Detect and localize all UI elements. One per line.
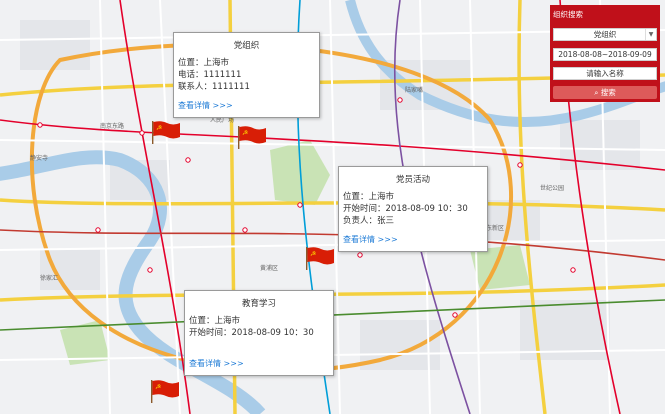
- type-select[interactable]: 党组织 ▼: [553, 28, 657, 41]
- popup-party-org: 党组织 位置：上海市 电话：1111111 联系人：1111111 查看详情 >…: [173, 32, 320, 118]
- popup-start-time: 开始时间：2018-08-09 10：30: [189, 328, 314, 338]
- popup-contact: 联系人：1111111: [178, 82, 250, 92]
- popup-title: 党员活动: [395, 175, 430, 185]
- map-label-century-park: 世纪公园: [540, 184, 564, 192]
- search-button-label: 搜索: [600, 88, 616, 97]
- svg-text:☭: ☭: [156, 124, 162, 132]
- popup-location: 位置：上海市: [189, 316, 241, 326]
- search-button[interactable]: ⌕ 搜索: [553, 86, 657, 99]
- date-range-input[interactable]: 2018-08-08~2018-09-09: [553, 48, 657, 61]
- type-select-value: 党组织: [593, 30, 617, 39]
- popup-title: 教育学习: [241, 299, 276, 309]
- popup-leader: 负责人：张三: [343, 216, 395, 226]
- view-details-link[interactable]: 查看详情 >>>: [189, 358, 244, 369]
- svg-text:☭: ☭: [310, 250, 316, 258]
- chevron-down-icon: ▼: [645, 29, 656, 40]
- popup-start-time: 开始时间：2018-08-09 10：30: [343, 204, 468, 214]
- map-label-lujiazui: 陆家嘴: [405, 86, 423, 94]
- popup-education: 教育学习 位置：上海市 开始时间：2018-08-09 10：30 查看详情 >…: [184, 290, 334, 376]
- party-flag-marker-4[interactable]: ☭: [150, 379, 180, 407]
- party-flag-marker-1[interactable]: ☭: [151, 120, 181, 148]
- popup-member-activity: 党员活动 位置：上海市 开始时间：2018-08-09 10：30 负责人：张三…: [338, 166, 488, 252]
- party-flag-marker-3[interactable]: ☭: [305, 246, 335, 274]
- popup-location: 位置：上海市: [178, 58, 230, 68]
- party-flag-marker-2[interactable]: ☭: [237, 125, 267, 153]
- map-label-jingan: 静安寺: [30, 154, 48, 162]
- panel-title: 组织搜索: [553, 10, 583, 19]
- popup-location: 位置：上海市: [343, 192, 395, 202]
- svg-text:☭: ☭: [242, 129, 248, 137]
- popup-title: 党组织: [233, 41, 260, 51]
- map-label-huangpu: 黄浦区: [260, 264, 278, 272]
- search-icon: ⌕: [594, 88, 599, 97]
- search-panel: 组织搜索 党组织 ▼ 2018-08-08~2018-09-09 请输入名称 ⌕…: [550, 5, 660, 102]
- map-label-nanjing-rd: 南京东路: [100, 122, 124, 130]
- svg-text:☭: ☭: [155, 383, 161, 391]
- name-input[interactable]: 请输入名称: [553, 67, 657, 80]
- view-details-link[interactable]: 查看详情 >>>: [178, 100, 233, 111]
- popup-phone: 电话：1111111: [178, 70, 242, 80]
- map-label-xujiahui: 徐家汇: [40, 274, 58, 282]
- view-details-link[interactable]: 查看详情 >>>: [343, 234, 398, 245]
